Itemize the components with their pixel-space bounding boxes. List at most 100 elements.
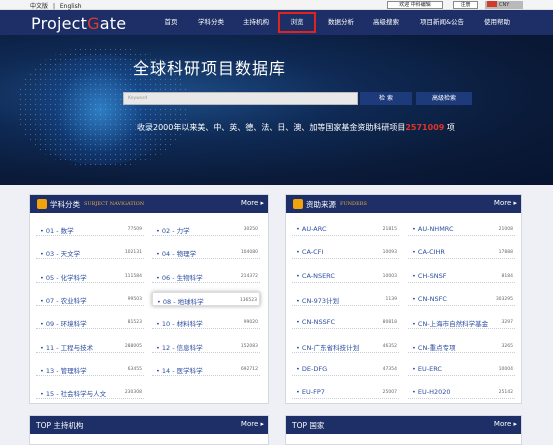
subject-item[interactable]: • 04 - 物理学 104080 bbox=[152, 245, 260, 260]
funder-item[interactable]: • CA-NSERC 10003 bbox=[292, 269, 399, 283]
funder-more-link[interactable]: More ▸ bbox=[494, 199, 517, 207]
nav-institutions[interactable]: 主持机构 bbox=[238, 10, 274, 35]
nav-help[interactable]: 使用帮助 bbox=[479, 10, 515, 35]
nav-news[interactable]: 项目新闻&公告 bbox=[414, 10, 470, 35]
subject-item[interactable]: • 08 - 地球科学 136523 bbox=[152, 291, 260, 306]
funder-item[interactable]: • CA-CIHR 17888 bbox=[408, 245, 515, 260]
funder-item[interactable]: • CN-广东省科技计划 46352 bbox=[292, 339, 399, 353]
funder-item[interactable]: • EU-H2020 25142 bbox=[408, 385, 515, 400]
item-count: 8184 bbox=[501, 273, 513, 279]
item-label: • 13 - 管理科学 bbox=[40, 366, 87, 375]
item-label: • CN-NSSFC bbox=[296, 318, 336, 327]
subject-item[interactable]: • 12 - 信息科学 152083 bbox=[152, 339, 260, 353]
funder-item[interactable]: • EU-FP7 25007 bbox=[292, 385, 399, 400]
top-institutions-more-link[interactable]: More ▸ bbox=[241, 420, 264, 428]
funder-item[interactable]: • AU-NHMRC 21008 bbox=[408, 222, 515, 236]
item-count: 1139 bbox=[385, 296, 397, 302]
project-count-text: 收录2000年以来美、中、英、德、法、日、澳、加等国家基金资助科研项目25710… bbox=[137, 122, 455, 133]
item-count: 25142 bbox=[498, 390, 513, 396]
item-label: • CN-重点专项 bbox=[412, 343, 456, 352]
item-count: 3265 bbox=[501, 343, 513, 349]
item-label: • CN-广东省科技计划 bbox=[296, 343, 360, 352]
item-count: 104080 bbox=[240, 250, 258, 256]
item-label: • 04 - 物理学 bbox=[156, 250, 197, 259]
subject-item[interactable]: • 03 - 天文学 102131 bbox=[36, 245, 144, 260]
funder-panel: 资助来源 FUNDERS More ▸ • AU-ARC 21815 • AU-NH… bbox=[285, 194, 522, 404]
item-label: • 05 - 化学科学 bbox=[40, 273, 87, 282]
lang-chinese-link[interactable]: 中文版 bbox=[30, 3, 48, 10]
lang-english-link[interactable]: English bbox=[60, 3, 82, 10]
subject-item[interactable]: • 11 - 工程与技术 288005 bbox=[36, 339, 144, 353]
item-label: • 01 - 数学 bbox=[40, 227, 74, 235]
funder-item[interactable]: • AU-ARC 21815 bbox=[292, 222, 399, 236]
language-switch: 中文版 | English bbox=[30, 1, 85, 10]
funder-item[interactable]: • CA-CFI 10093 bbox=[292, 245, 399, 260]
subject-item[interactable]: • 09 - 环境科学 81523 bbox=[36, 315, 144, 330]
item-count: 21008 bbox=[498, 227, 513, 232]
projectgate-logo[interactable]: ProjectGate bbox=[31, 14, 126, 33]
funder-item[interactable]: • CN-上海市自然科学基金 3297 bbox=[408, 315, 515, 330]
funder-item[interactable]: • DE-DFG 47354 bbox=[292, 362, 399, 376]
item-label: • 10 - 材料科学 bbox=[156, 320, 203, 329]
subject-item[interactable]: • 02 - 力学 30250 bbox=[152, 222, 260, 236]
book-icon bbox=[37, 199, 47, 209]
nav-browse[interactable]: 浏览 bbox=[278, 12, 316, 33]
funder-item[interactable]: • CN-重点专项 3265 bbox=[408, 339, 515, 353]
subject-more-link[interactable]: More ▸ bbox=[241, 199, 264, 207]
item-label: • AU-ARC bbox=[296, 225, 327, 233]
item-count: 46352 bbox=[382, 343, 397, 349]
item-count: 152083 bbox=[240, 343, 258, 349]
chart-icon bbox=[293, 199, 303, 209]
item-count: 99020 bbox=[243, 320, 258, 326]
item-label: • 15 - 社会科学与人文 bbox=[40, 390, 107, 399]
search-button[interactable]: 检 索 bbox=[360, 92, 412, 105]
item-count: 214372 bbox=[240, 273, 258, 279]
funder-item[interactable]: • CN-NSFC 303295 bbox=[408, 292, 515, 306]
funder-panel-title: 资助来源 bbox=[306, 200, 336, 209]
item-label: • CA-CIHR bbox=[412, 248, 445, 257]
subject-item[interactable]: • 01 - 数学 77509 bbox=[36, 222, 144, 236]
funder-item[interactable]: • CN-973计划 1139 bbox=[292, 292, 399, 306]
funder-item[interactable]: • EU-ERC 10004 bbox=[408, 362, 515, 376]
item-count: 10004 bbox=[498, 366, 513, 372]
funder-item[interactable]: • CH-SNSF 8184 bbox=[408, 269, 515, 283]
subject-panel-title: 学科分类 bbox=[50, 200, 80, 209]
item-count: 288005 bbox=[124, 343, 142, 349]
subject-item[interactable]: • 10 - 材料科学 99020 bbox=[152, 315, 260, 330]
item-label: • CN-NSFC bbox=[412, 294, 447, 303]
subject-item[interactable]: • 07 - 农业科学 99503 bbox=[36, 292, 144, 306]
item-count: 80818 bbox=[382, 320, 397, 326]
subject-item[interactable]: • 13 - 管理科学 63455 bbox=[36, 362, 144, 376]
nav-data-analysis[interactable]: 数据分析 bbox=[323, 10, 359, 35]
nav-home[interactable]: 首页 bbox=[156, 10, 186, 35]
nav-advanced-search[interactable]: 高级搜索 bbox=[368, 10, 404, 35]
top-countries-panel: TOP 国家 More ▸ bbox=[285, 415, 522, 445]
register-button[interactable]: 注册 bbox=[453, 1, 478, 9]
subject-panel: 学科分类 SUBJECT NAVIGATION More ▸ • 01 - 数学… bbox=[29, 194, 269, 404]
subject-item[interactable]: • 06 - 生物科学 214372 bbox=[152, 269, 260, 283]
stat-number: 2571009 bbox=[405, 123, 445, 132]
item-count: 692712 bbox=[240, 366, 258, 372]
item-count: 25007 bbox=[382, 390, 397, 396]
item-label: • CH-SNSF bbox=[412, 271, 447, 280]
item-count: 17888 bbox=[498, 250, 513, 256]
search-input[interactable]: Keyword bbox=[123, 92, 358, 105]
subject-item[interactable]: • 15 - 社会科学与人文 230308 bbox=[36, 385, 144, 400]
funder-item[interactable]: • CN-NSSFC 80818 bbox=[292, 315, 399, 330]
item-count: 21815 bbox=[382, 227, 397, 232]
welcome-user-button[interactable]: 欢迎 中科编辑 bbox=[387, 1, 443, 9]
top-institutions-title: TOP 主持机构 bbox=[36, 421, 84, 430]
item-label: • 12 - 信息科学 bbox=[156, 343, 203, 352]
item-count: 99503 bbox=[127, 296, 142, 302]
currency-flag-select[interactable]: CNY bbox=[485, 1, 523, 9]
nav-subjects[interactable]: 学科分类 bbox=[193, 10, 229, 35]
item-label: • EU-FP7 bbox=[296, 388, 325, 397]
item-count: 47354 bbox=[382, 366, 397, 372]
top-countries-more-link[interactable]: More ▸ bbox=[494, 420, 517, 428]
subject-item[interactable]: • 05 - 化学科学 111584 bbox=[36, 269, 144, 283]
item-count: 303295 bbox=[495, 296, 513, 302]
advanced-search-button[interactable]: 高级检索 bbox=[416, 92, 472, 105]
subject-item[interactable]: • 14 - 医学科学 692712 bbox=[152, 362, 260, 376]
item-count: 10003 bbox=[382, 273, 397, 279]
item-label: • CA-NSERC bbox=[296, 271, 335, 280]
